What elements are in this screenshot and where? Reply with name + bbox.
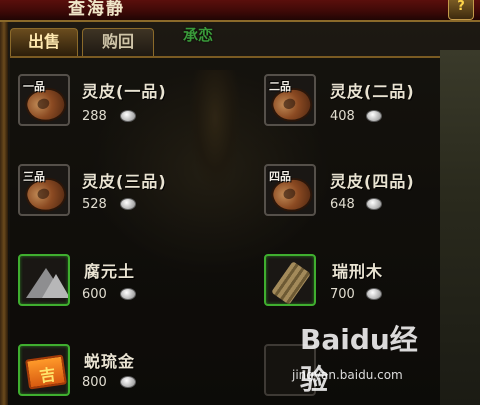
item-price: 700	[330, 287, 355, 302]
item-price: 648	[330, 197, 355, 212]
item-grade: 四品	[269, 170, 291, 183]
item-name: 蜕琉金	[84, 352, 136, 371]
item-slot[interactable]: 四品	[264, 164, 316, 216]
item-name: 瑞刑木	[332, 262, 384, 281]
item-slot[interactable]	[264, 254, 316, 306]
item-slot[interactable]: 一品	[18, 74, 70, 126]
item-name: 灵皮(四品)	[330, 172, 415, 191]
silver-coin-icon	[366, 288, 382, 300]
window-frame-left	[0, 22, 8, 405]
silver-coin-icon	[120, 110, 136, 122]
item-grade: 二品	[269, 80, 291, 93]
item-price: 408	[330, 109, 355, 124]
item-price: 528	[82, 197, 107, 212]
item-name: 灵皮(二品)	[330, 82, 415, 101]
tab-buyback[interactable]: 购回	[82, 28, 154, 56]
item-grade: 三品	[23, 170, 45, 183]
silver-coin-icon	[366, 110, 382, 122]
silver-coin-icon	[120, 198, 136, 210]
silver-coin-icon	[120, 376, 136, 388]
item-name: 灵皮(三品)	[82, 172, 167, 191]
soil-icon-highlight	[42, 274, 68, 298]
silver-coin-icon	[366, 198, 382, 210]
item-price: 288	[82, 109, 107, 124]
item-slot[interactable]: 二品	[264, 74, 316, 126]
window-titlebar: 查海静 ?	[0, 0, 480, 22]
watermark: Baidu经验 jingyan.baidu.com	[270, 318, 445, 405]
item-price: 800	[82, 375, 107, 390]
item-name: 腐元土	[84, 262, 136, 281]
item-price: 600	[82, 287, 107, 302]
tab-sell[interactable]: 出售	[10, 28, 78, 56]
item-name: 灵皮(一品)	[82, 82, 167, 101]
scene-wall	[440, 50, 480, 405]
item-slot[interactable]	[18, 344, 70, 396]
help-button[interactable]: ?	[448, 0, 474, 20]
item-grade: 一品	[23, 80, 45, 93]
item-slot[interactable]: 三品	[18, 164, 70, 216]
background-npc-label: 承恋	[183, 26, 214, 44]
item-slot[interactable]	[18, 254, 70, 306]
silver-coin-icon	[120, 288, 136, 300]
watermark-logo: Baidu经验	[300, 323, 418, 396]
wood-icon	[271, 261, 311, 304]
window-title: 查海静	[68, 0, 125, 19]
gold-box-icon	[25, 354, 67, 390]
watermark-url: jingyan.baidu.com	[292, 368, 403, 382]
